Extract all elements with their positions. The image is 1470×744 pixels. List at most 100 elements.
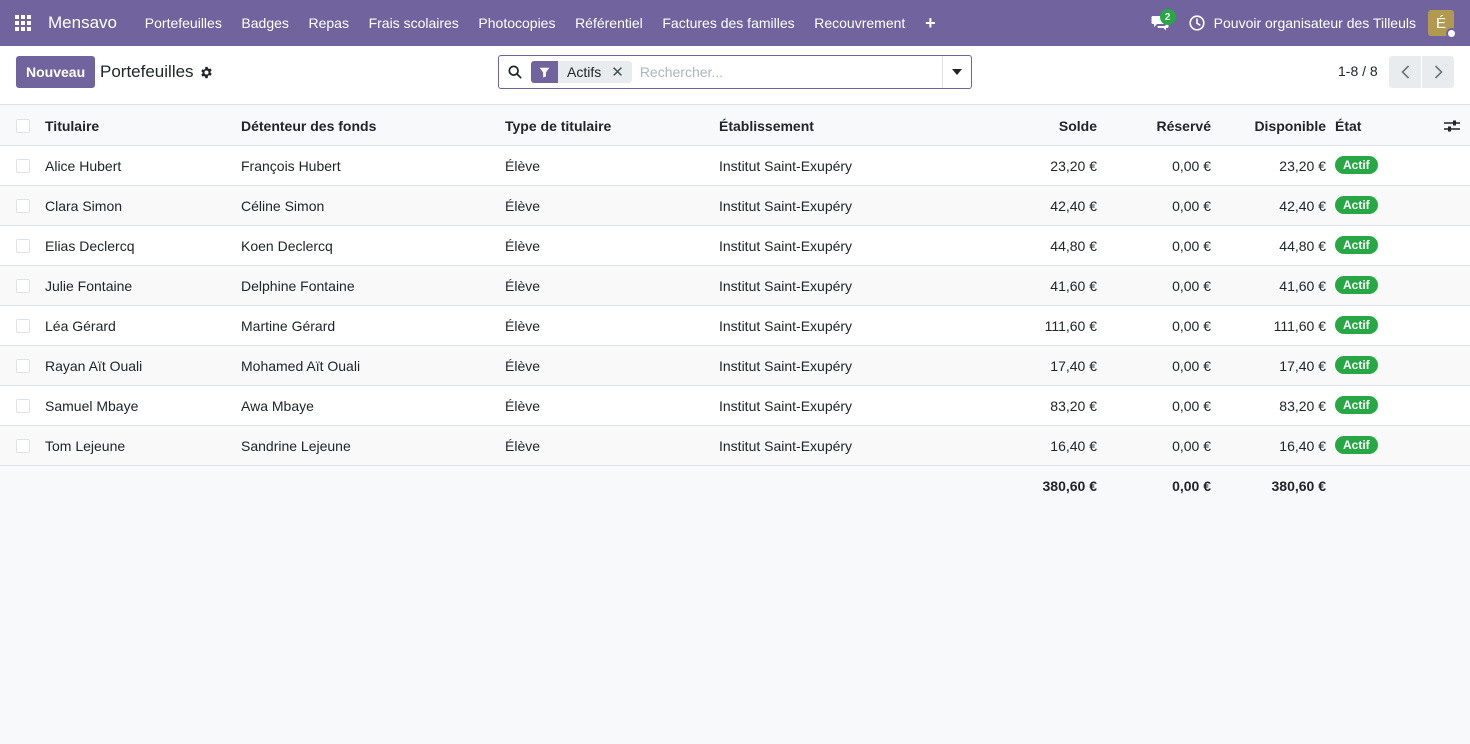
table-row[interactable]: Alice Hubert François Hubert Élève Insti… [0, 146, 1470, 186]
row-checkbox[interactable] [16, 439, 30, 453]
menu-item-badges[interactable]: Badges [232, 0, 299, 46]
cell-disponible: 23,20 € [1279, 158, 1326, 174]
pager-previous-button[interactable] [1389, 56, 1421, 88]
presence-status-icon [1446, 28, 1457, 39]
control-panel: Nouveau Portefeuilles Actifs ✕ 1-8 / 8 [0, 46, 1470, 105]
cell-detenteur: Delphine Fontaine [241, 278, 355, 294]
cell-detenteur: François Hubert [241, 158, 341, 174]
status-badge: Actif [1335, 436, 1378, 455]
search-input[interactable] [631, 64, 942, 80]
cell-solde: 111,60 € [1044, 318, 1097, 334]
cell-detenteur: Céline Simon [241, 198, 325, 214]
cell-disponible: 16,40 € [1279, 438, 1326, 454]
cell-disponible: 42,40 € [1279, 198, 1326, 214]
row-checkbox[interactable] [16, 239, 30, 253]
cell-solde: 23,20 € [1050, 158, 1097, 174]
menu-item-photocopies[interactable]: Photocopies [469, 0, 566, 46]
cell-etat: Actif [1335, 426, 1378, 466]
row-checkbox[interactable] [16, 399, 30, 413]
select-all-checkbox[interactable] [16, 119, 30, 133]
menu-item-referentiel[interactable]: Référentiel [565, 0, 652, 46]
total-disponible: 380,60 € [1271, 478, 1327, 494]
column-header-etablissement[interactable]: Établissement [719, 106, 814, 146]
portefeuilles-list: Titulaire Détenteur des fonds Type de ti… [0, 106, 1470, 506]
cell-etablissement: Institut Saint-Exupéry [719, 358, 853, 374]
cell-titulaire: Samuel Mbaye [45, 398, 139, 414]
table-totals-row: 380,60 € 0,00 € 380,60 € [0, 466, 1470, 506]
column-header-reserve[interactable]: Réservé [1100, 106, 1212, 146]
column-header-detenteur[interactable]: Détenteur des fonds [241, 106, 376, 146]
chat-button[interactable]: 2 [1140, 0, 1180, 46]
cell-reserve: 0,00 € [1172, 358, 1211, 374]
cell-reserve: 0,00 € [1172, 158, 1211, 174]
new-button[interactable]: Nouveau [16, 56, 96, 88]
menu-item-frais-scolaires[interactable]: Frais scolaires [359, 0, 469, 46]
menu-item-repas[interactable]: Repas [299, 0, 359, 46]
menu-add-plus-icon[interactable]: + [915, 0, 946, 46]
company-switcher[interactable]: Pouvoir organisateur des Tilleuls [1214, 15, 1416, 31]
cell-etat: Actif [1335, 346, 1378, 386]
cell-titulaire: Julie Fontaine [45, 278, 133, 294]
column-header-titulaire[interactable]: Titulaire [45, 106, 99, 146]
cell-disponible: 41,60 € [1279, 278, 1326, 294]
cell-etat: Actif [1335, 186, 1378, 226]
chevron-left-icon [1400, 65, 1409, 79]
remove-facet-icon[interactable]: ✕ [607, 63, 632, 81]
row-checkbox[interactable] [16, 199, 30, 213]
table-header: Titulaire Détenteur des fonds Type de ti… [0, 106, 1470, 146]
menu-item-factures-familles[interactable]: Factures des familles [653, 0, 805, 46]
cell-solde: 44,80 € [1050, 238, 1097, 254]
status-badge: Actif [1335, 396, 1378, 415]
column-header-solde[interactable]: Solde [980, 106, 1097, 146]
cell-reserve: 0,00 € [1172, 398, 1211, 414]
row-checkbox[interactable] [16, 359, 30, 373]
total-solde: 380,60 € [1042, 478, 1098, 494]
pager-value[interactable]: 1-8 / 8 [1338, 63, 1378, 79]
status-badge: Actif [1335, 196, 1378, 215]
cell-type: Élève [505, 238, 541, 254]
cell-type: Élève [505, 158, 541, 174]
cell-detenteur: Mohamed Aït Ouali [241, 358, 361, 374]
search-icon[interactable] [499, 56, 531, 88]
filter-facet: Actifs ✕ [531, 61, 632, 83]
row-checkbox[interactable] [16, 159, 30, 173]
cell-etablissement: Institut Saint-Exupéry [719, 438, 853, 454]
cell-etablissement: Institut Saint-Exupéry [719, 318, 853, 334]
app-brand[interactable]: Mensavo [48, 13, 117, 33]
table-row[interactable]: Clara Simon Céline Simon Élève Institut … [0, 186, 1470, 226]
table-row[interactable]: Rayan Aït Ouali Mohamed Aït Ouali Élève … [0, 346, 1470, 386]
gear-icon[interactable] [200, 66, 213, 79]
table-row[interactable]: Elias Declercq Koen Declercq Élève Insti… [0, 226, 1470, 266]
table-row[interactable]: Léa Gérard Martine Gérard Élève Institut… [0, 306, 1470, 346]
cell-reserve: 0,00 € [1172, 438, 1211, 454]
apps-grid-icon[interactable] [0, 0, 46, 46]
table-row[interactable]: Tom Lejeune Sandrine Lejeune Élève Insti… [0, 426, 1470, 466]
column-header-etat[interactable]: État [1335, 106, 1361, 146]
row-checkbox[interactable] [16, 319, 30, 333]
sliders-icon[interactable] [1444, 119, 1460, 133]
status-badge: Actif [1335, 316, 1378, 335]
menu-item-recouvrement[interactable]: Recouvrement [804, 0, 915, 46]
table-row[interactable]: Samuel Mbaye Awa Mbaye Élève Institut Sa… [0, 386, 1470, 426]
cell-solde: 42,40 € [1050, 198, 1097, 214]
cell-type: Élève [505, 318, 541, 334]
row-checkbox[interactable] [16, 279, 30, 293]
cell-disponible: 17,40 € [1279, 358, 1326, 374]
cell-disponible: 111,60 € [1273, 318, 1326, 334]
table-row[interactable]: Julie Fontaine Delphine Fontaine Élève I… [0, 266, 1470, 306]
column-header-disponible[interactable]: Disponible [1215, 106, 1326, 146]
pager-next-button[interactable] [1422, 56, 1454, 88]
activity-button[interactable] [1180, 0, 1214, 46]
cell-type: Élève [505, 438, 541, 454]
cell-titulaire: Alice Hubert [45, 158, 122, 174]
cell-reserve: 0,00 € [1172, 238, 1211, 254]
search-options-toggle[interactable] [942, 56, 971, 88]
cell-etat: Actif [1335, 306, 1378, 346]
menu-item-portefeuilles[interactable]: Portefeuilles [135, 0, 232, 46]
cell-reserve: 0,00 € [1172, 318, 1211, 334]
cell-detenteur: Martine Gérard [241, 318, 336, 334]
user-avatar[interactable]: É [1428, 10, 1457, 39]
cell-type: Élève [505, 198, 541, 214]
column-header-type[interactable]: Type de titulaire [505, 106, 611, 146]
cell-etablissement: Institut Saint-Exupéry [719, 158, 853, 174]
